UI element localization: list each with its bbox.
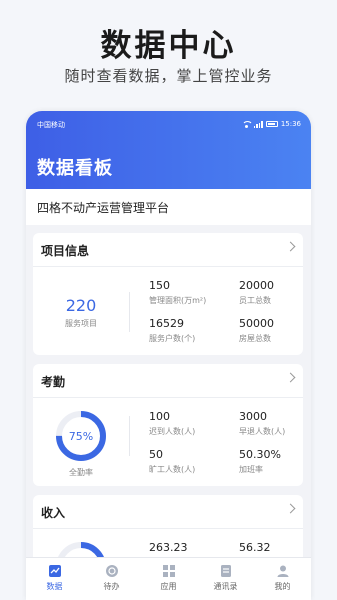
wifi-icon — [241, 120, 253, 128]
stat-label: 加班率 — [239, 465, 263, 474]
attendance-title: 考勤 — [41, 375, 66, 389]
tab-contacts[interactable]: 通讯录 — [197, 558, 254, 600]
stat-value: 20000 — [239, 279, 274, 292]
chevron-right-icon[interactable] — [285, 372, 296, 383]
carrier-label: 中国移动 — [37, 121, 65, 129]
ring-value: 75% — [68, 429, 94, 443]
grid-icon — [162, 564, 176, 578]
stat-item: 50 旷工人数(人) — [149, 448, 229, 475]
promo-banner: 数据中心 随时查看数据，掌上管控业务 — [0, 0, 337, 112]
stat-value: 50 — [149, 448, 163, 461]
stat-value: 263.23 — [149, 541, 188, 554]
stat-label: 管理面积(万m²) — [149, 296, 207, 305]
attendance-card[interactable]: 考勤 75% 全勤率 100 迟到人数(人) 3000 早退人数(人) 50 旷… — [33, 364, 303, 486]
divider — [33, 397, 303, 398]
divider — [33, 266, 303, 267]
attendance-ring: 75% — [53, 408, 109, 464]
stat-item: 20000 员工总数 — [239, 279, 311, 306]
divider — [33, 528, 303, 529]
org-name: 四格不动产运营管理平台 — [37, 201, 170, 215]
service-projects-label: 服务项目 — [65, 319, 97, 328]
page-title: 数据看板 — [37, 158, 113, 179]
user-icon — [276, 564, 290, 578]
todo-icon — [105, 564, 119, 578]
status-icons: 15:36 — [241, 120, 301, 128]
chevron-right-icon[interactable] — [285, 241, 296, 252]
stat-label: 房屋总数 — [239, 334, 271, 343]
vertical-divider — [129, 292, 130, 332]
stat-label: 旷工人数(人) — [149, 465, 196, 474]
tab-apps[interactable]: 应用 — [140, 558, 197, 600]
battery-icon — [265, 121, 278, 127]
stat-item: 263.23 — [149, 541, 229, 554]
vertical-divider — [129, 416, 130, 456]
tab-label: 数据 — [46, 582, 63, 591]
project-info-title: 项目信息 — [41, 244, 90, 258]
tab-label: 待办 — [103, 582, 120, 591]
service-projects-stat: 220 服务项目 — [33, 296, 129, 329]
stat-label: 员工总数 — [239, 296, 271, 305]
stat-value: 16529 — [149, 317, 184, 330]
contacts-icon — [219, 564, 233, 578]
stat-value: 50.30% — [239, 448, 281, 461]
promo-title: 数据中心 — [100, 28, 237, 64]
signal-icon — [253, 120, 263, 128]
stat-value: 100 — [149, 410, 170, 423]
chart-icon — [48, 564, 62, 578]
org-bar[interactable]: 四格不动产运营管理平台 — [26, 189, 311, 225]
service-projects-value: 220 — [65, 296, 97, 315]
stat-item: 16529 服务户数(个) — [149, 317, 229, 344]
stat-label: 迟到人数(人) — [149, 427, 196, 436]
chevron-right-icon[interactable] — [285, 503, 296, 514]
stat-item: 50.30% 加班率 — [239, 448, 311, 475]
status-time: 15:36 — [280, 120, 301, 128]
bottom-tab-bar: 数据 待办 应用 通讯录 我的 — [26, 557, 311, 600]
stat-item: 50000 房屋总数 — [239, 317, 311, 344]
tab-todo[interactable]: 待办 — [83, 558, 140, 600]
project-info-card[interactable]: 项目信息 220 服务项目 150 管理面积(万m²) 20000 员工总数 1… — [33, 233, 303, 355]
tab-label: 我的 — [274, 582, 291, 591]
stat-value: 3000 — [239, 410, 267, 423]
tab-me[interactable]: 我的 — [254, 558, 311, 600]
income-title: 收入 — [41, 506, 66, 520]
ring-label: 全勤率 — [69, 468, 93, 477]
stat-item: 3000 早退人数(人) — [239, 410, 311, 437]
stat-item: 56.32 — [239, 541, 311, 554]
status-bar: 中国移动 15:36 — [26, 119, 311, 133]
stat-item: 100 迟到人数(人) — [149, 410, 229, 437]
stat-value: 56.32 — [239, 541, 271, 554]
stat-item: 150 管理面积(万m²) — [149, 279, 229, 306]
phone-screen: 中国移动 15:36 数据看板 四格不动产运营管理平台 项目信息 220 服务项… — [26, 111, 311, 600]
tab-label: 应用 — [160, 582, 177, 591]
promo-subtitle: 随时查看数据，掌上管控业务 — [64, 67, 273, 85]
stat-value: 50000 — [239, 317, 274, 330]
stat-label: 服务户数(个) — [149, 334, 196, 343]
stat-label: 早退人数(人) — [239, 427, 286, 436]
stat-value: 150 — [149, 279, 170, 292]
app-header: 中国移动 15:36 数据看板 — [26, 111, 311, 189]
tab-label: 通讯录 — [213, 582, 238, 591]
tab-data[interactable]: 数据 — [26, 558, 83, 600]
